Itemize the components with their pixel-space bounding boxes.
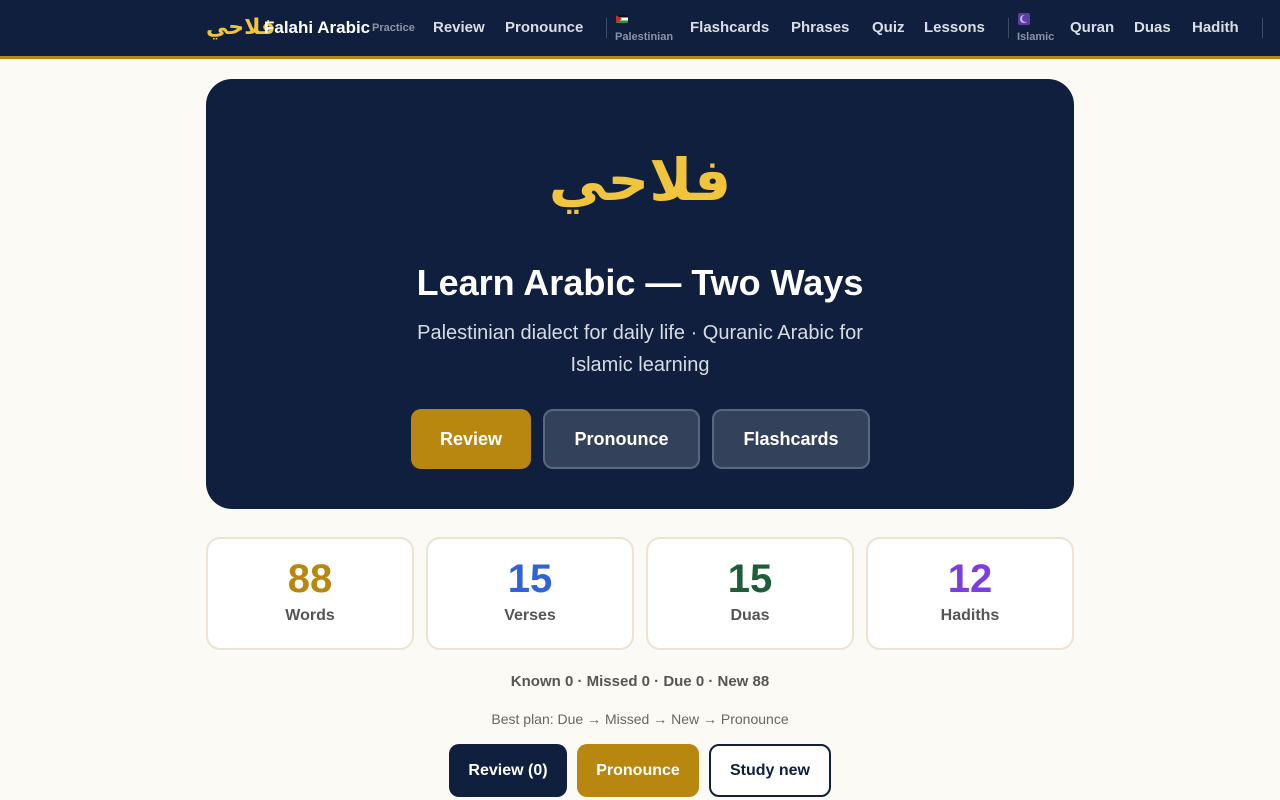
study-new-button[interactable]: Study new <box>709 744 831 797</box>
hero-review-button[interactable]: Review <box>411 409 531 469</box>
stat-label: Hadiths <box>940 607 1000 624</box>
hero-arabic-title: فلاحي <box>548 146 732 214</box>
nav-review[interactable]: Review <box>433 19 485 37</box>
nav-divider <box>1008 18 1009 38</box>
nav-quiz[interactable]: Quiz <box>872 19 905 37</box>
hero-title: Learn Arabic — Two Ways <box>416 262 864 303</box>
nav-lessons[interactable]: Lessons <box>924 19 985 37</box>
nav-group-practice: Practice <box>372 22 415 34</box>
progress-summary: Known 0 · Missed 0 · Due 0 · New 88 <box>510 673 770 690</box>
hero-pronounce-button[interactable]: Pronounce <box>543 409 700 469</box>
stat-label: Words <box>285 607 335 624</box>
pronounce-button[interactable]: Pronounce <box>577 744 699 797</box>
stat-card-hadiths: 12 Hadiths <box>866 537 1074 650</box>
stat-card-verses: 15 Verses <box>426 537 634 650</box>
palestine-flag-icon <box>616 15 628 23</box>
stat-label: Verses <box>504 607 556 624</box>
hero-flashcards-button[interactable]: Flashcards <box>712 409 870 469</box>
nav-pronounce[interactable]: Pronounce <box>505 19 583 37</box>
stat-value: 15 <box>507 557 553 601</box>
nav-group-islamic: Islamic <box>1017 31 1055 43</box>
nav-divider <box>606 18 607 38</box>
nav-hadith[interactable]: Hadith <box>1192 19 1239 37</box>
nav-divider <box>1262 18 1263 38</box>
hero-subtitle: Palestinian dialect for daily life · Qur… <box>417 322 863 376</box>
study-plan-hint: Best plan: Due → Missed → New → Pronounc… <box>491 711 789 727</box>
stat-value: 88 <box>287 557 333 601</box>
stat-card-words: 88 Words <box>206 537 414 650</box>
stat-label: Duas <box>730 607 770 624</box>
crescent-icon <box>1018 13 1030 25</box>
nav-flashcards[interactable]: Flashcards <box>690 19 769 37</box>
top-nav: فلاحي Falahi Arabic Practice Review Pron… <box>0 0 1280 59</box>
nav-group-palestinian: Palestinian <box>615 31 674 43</box>
stat-card-duas: 15 Duas <box>646 537 854 650</box>
stat-value: 15 <box>727 557 773 601</box>
nav-quran[interactable]: Quran <box>1070 19 1114 37</box>
nav-duas[interactable]: Duas <box>1134 19 1171 37</box>
review-due-button[interactable]: Review (0) <box>449 744 567 797</box>
stat-value: 12 <box>947 557 993 601</box>
brand-name[interactable]: Falahi Arabic <box>264 18 370 38</box>
nav-phrases[interactable]: Phrases <box>791 19 849 37</box>
hero-card: فلاحي Learn Arabic — Two Ways Palestinia… <box>206 79 1074 509</box>
